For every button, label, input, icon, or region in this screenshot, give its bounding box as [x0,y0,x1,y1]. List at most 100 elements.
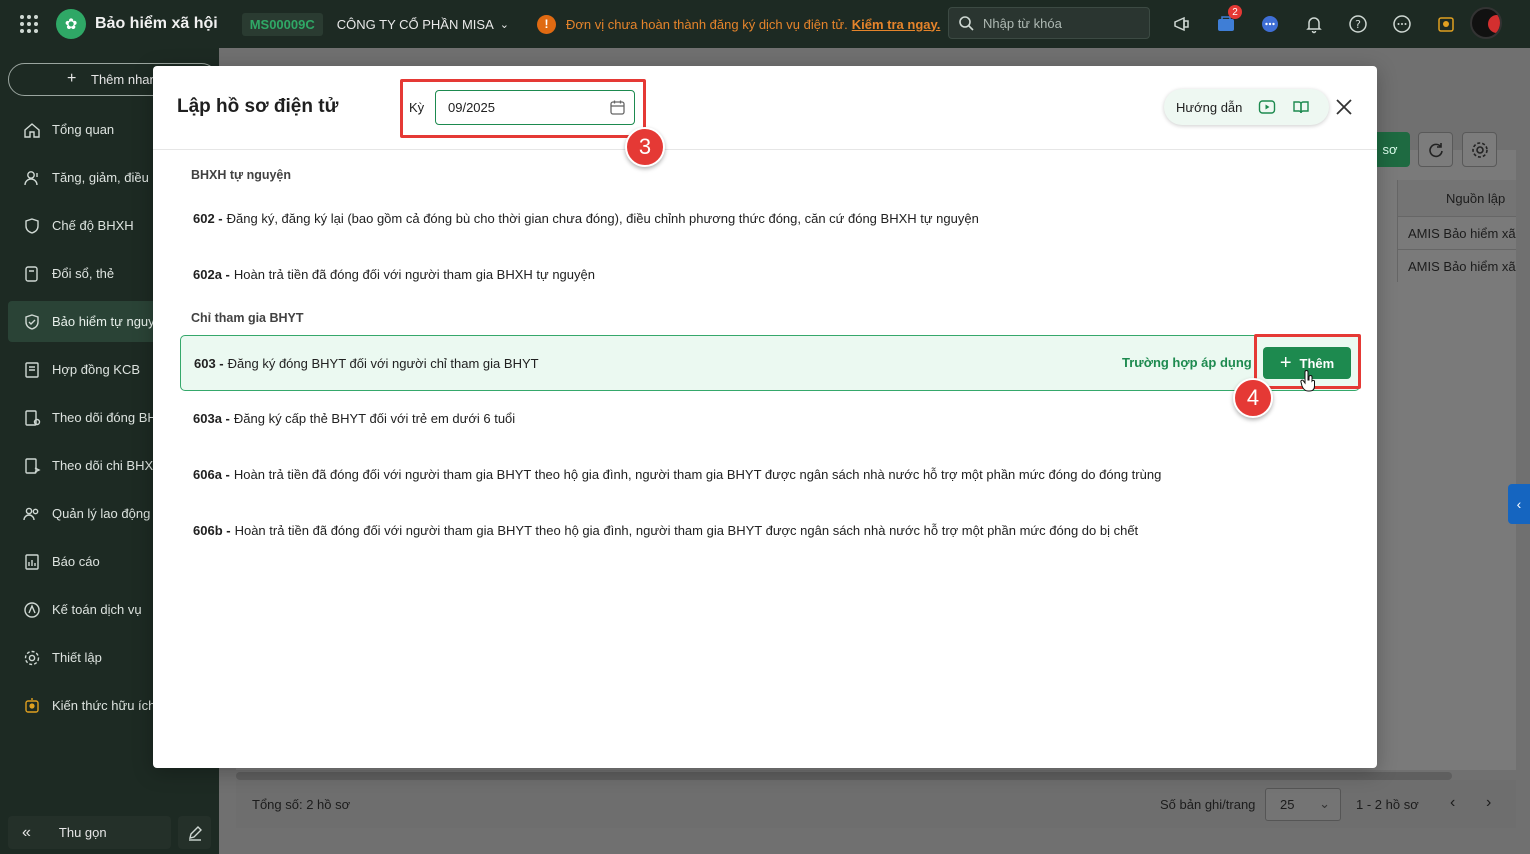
per-page-value: 25 [1280,797,1295,812]
sidebar-item-label: Theo dõi chi BHXH [52,458,163,473]
next-page-icon[interactable]: › [1486,794,1491,812]
app-logo-icon: ✿ [56,9,86,39]
search-box[interactable] [948,7,1150,39]
list-item-selected[interactable]: 603 - Đăng ký đóng BHYT đối với người ch… [180,335,1360,391]
search-icon [949,15,983,31]
search-input[interactable] [983,15,1133,31]
company-selector[interactable]: CÔNG TY CỔ PHẦN MISA [337,17,494,32]
list-item[interactable]: 606b - Hoàn trả tiền đã đóng đối với ngư… [180,502,1360,558]
bell-icon[interactable] [1292,0,1336,48]
chevron-down-icon: ⌄ [1319,796,1330,811]
highlight-period [400,79,646,138]
list-item[interactable]: 602 - Đăng ký, đăng ký lại (bao gồm cả đ… [180,190,1360,246]
sidebar-item-label: Chế độ BHXH [52,218,134,233]
chevron-down-icon[interactable]: ⌄ [500,18,509,31]
settings-icon[interactable] [1462,132,1497,167]
column-header-source[interactable]: Nguồn lập [1397,180,1516,216]
per-page-select[interactable]: 25 ⌄ [1265,788,1341,821]
track-pay-icon [20,454,44,478]
collapse-button[interactable]: « Thu gọn [8,816,171,849]
list-item[interactable]: 603a - Đăng ký cấp thẻ BHYT đối với trẻ … [180,390,1360,446]
sidebar-item-label: Kế toán dịch vụ [52,602,142,617]
item-code: 602a - [193,266,230,282]
report-icon [20,550,44,574]
check-now-link[interactable]: Kiểm tra ngay. [852,17,941,32]
collapse-label: Thu gọn [58,825,107,840]
item-code: 606a - [193,466,230,482]
step-badge-3: 3 [625,127,665,167]
accounting-icon [20,598,44,622]
top-icons: 2 ? [1160,0,1468,48]
sidebar-item-label: Kiến thức hữu ích [52,698,156,713]
header-divider [153,149,1377,150]
refresh-icon[interactable] [1418,132,1453,167]
item-text: Đăng ký cấp thẻ BHYT đối với trẻ em dưới… [233,410,516,426]
sidebar-item-label: Thiết lập [52,650,102,665]
shield-icon [20,214,44,238]
gear-icon [20,646,44,670]
sidebar-item-label: Hợp đồng KCB [52,362,141,377]
expand-panel-icon[interactable]: ‹ [1508,484,1530,524]
edit-icon[interactable] [178,816,211,849]
page-range: 1 - 2 hồ sơ [1356,797,1419,812]
sidebar-item-label: Bảo hiểm tự nguyện [52,314,170,329]
cart-badge: 2 [1228,5,1242,19]
more-icon[interactable] [1380,0,1424,48]
svg-text:?: ? [1355,18,1361,31]
sidebar-item-label: Tổng quan [52,122,115,137]
item-code: 602 - [193,210,223,226]
table-cell[interactable]: AMIS Bảo hiểm xã hội [1397,249,1516,282]
double-chevron-left-icon: « [22,823,31,841]
per-page-label: Số bản ghi/trang [1160,797,1256,812]
step-badge-4: 4 [1233,378,1273,418]
bulb-icon [20,694,44,718]
item-code: 603a - [193,410,230,426]
track-icon [20,406,44,430]
create-electronic-record-dialog: Lập hồ sơ điện tử Kỳ 09/2025 Hướng dẫn B… [153,66,1377,768]
unit-code: MS00009C [241,12,323,36]
people-icon [20,502,44,526]
warning-text: Đơn vị chưa hoàn thành đăng ký dịch vụ đ… [565,16,848,32]
card-icon [20,262,44,286]
item-code: 603 - [194,355,224,371]
guide-label: Hướng dẫn [1176,99,1243,115]
app-name: Bảo hiểm xã hội [95,15,218,32]
prev-page-icon[interactable]: ‹ [1450,794,1455,812]
item-text: Đăng ký, đăng ký lại (bao gồm cả đóng bù… [226,210,979,226]
chat-icon[interactable] [1248,0,1292,48]
user-icon [20,166,44,190]
item-text: Đăng ký đóng BHYT đối với người chỉ tham… [227,355,539,371]
group-title: Chỉ tham gia BHYT [191,311,304,325]
video-icon[interactable] [1258,98,1276,119]
avatar[interactable] [1470,7,1502,39]
horizontal-scrollbar[interactable] [236,772,1452,780]
hand-cursor-icon [1300,370,1316,395]
item-text: Hoàn trả tiền đã đóng đối với người tham… [234,522,1139,538]
idea-icon[interactable] [1424,0,1468,48]
home-icon [20,118,44,142]
megaphone-icon[interactable] [1160,0,1204,48]
guide-button[interactable]: Hướng dẫn [1164,89,1329,125]
close-icon[interactable] [1333,96,1355,118]
book-icon[interactable] [1292,98,1310,119]
help-icon[interactable]: ? [1336,0,1380,48]
list-item[interactable]: 602a - Hoàn trả tiền đã đóng đối với ngư… [180,246,1360,302]
top-bar: ✿ Bảo hiểm xã hội MS00009C CÔNG TY CỔ PH… [0,0,1530,48]
table-footer: Tổng số: 2 hồ sơ Số bản ghi/trang 25 ⌄ 1… [236,780,1516,828]
plus-icon: + [67,70,77,87]
item-text: Hoàn trả tiền đã đóng đối với người tham… [233,466,1162,482]
table-cell[interactable]: AMIS Bảo hiểm xã hội [1397,216,1516,249]
app-grid-icon[interactable] [18,13,40,35]
sidebar-item-label: Đổi sổ, thẻ [52,266,115,281]
cart-icon[interactable]: 2 [1204,0,1248,48]
total-records: Tổng số: 2 hồ sơ [252,797,351,812]
warning-icon: ! [536,14,556,34]
group-title: BHXH tự nguyện [191,168,292,182]
dialog-title: Lập hồ sơ điện tử [177,96,339,117]
item-text: Hoàn trả tiền đã đóng đối với người tham… [233,266,595,282]
shield-check-icon [20,310,44,334]
apply-cases-link[interactable]: Trường hợp áp dụng [1122,355,1252,370]
sidebar-item-label: Báo cáo [52,554,100,569]
contract-icon [20,358,44,382]
list-item[interactable]: 606a - Hoàn trả tiền đã đóng đối với ngư… [180,446,1360,502]
